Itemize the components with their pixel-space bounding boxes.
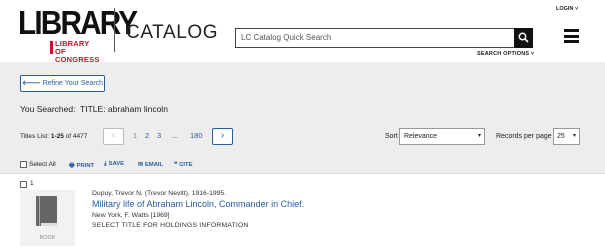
search-input[interactable]: LC Catalog Quick Search xyxy=(235,28,515,48)
header-divider xyxy=(114,8,115,52)
sort-selected-value: Relevance xyxy=(404,133,438,140)
page-ellipsis: ... xyxy=(172,131,179,140)
search-options-link[interactable]: SEARCH OPTIONS ˅ xyxy=(477,51,534,57)
result-author: Dupuy, Trevor N. (Trevor Nevitt), 1916-1… xyxy=(92,190,227,197)
refine-search-button[interactable]: 🡐 Refine Your Search xyxy=(20,75,105,92)
book-icon xyxy=(36,196,57,226)
download-icon: ⤓ xyxy=(104,161,107,167)
results-divider xyxy=(0,173,605,174)
titles-total: of 4477 xyxy=(65,133,88,140)
printer-icon: 🖶 xyxy=(69,163,75,169)
result-title-link[interactable]: Military life of Abraham Lincoln, Comman… xyxy=(92,199,304,209)
arrow-left-icon: 🡐 xyxy=(21,80,41,87)
result-publication: New York, F. Watts [1969] xyxy=(92,212,170,219)
page-link-180[interactable]: 180 xyxy=(190,131,203,140)
library-of-congress-logo[interactable]: LIBRARY LIBRARY OF CONGRESS xyxy=(18,4,138,64)
result-holdings-note: SELECT TITLE FOR HOLDINGS INFORMATION xyxy=(92,222,249,229)
logo-subtitle: LIBRARY OF CONGRESS xyxy=(55,40,108,64)
chevron-down-icon: ▾ xyxy=(572,133,576,139)
hamburger-menu-icon[interactable] xyxy=(564,29,579,43)
sort-select[interactable]: Relevance ▾ xyxy=(399,128,485,145)
logo-accent-bar xyxy=(50,41,53,54)
search-button[interactable] xyxy=(514,28,533,48)
refine-search-label: Refine Your Search xyxy=(42,80,104,87)
you-searched-prefix: You Searched: xyxy=(20,104,76,114)
sort-label: Sort xyxy=(385,133,398,140)
next-page-button[interactable]: › xyxy=(212,128,233,145)
records-per-page-value: 25 xyxy=(557,133,565,140)
search-controls-panel: 🡐 Refine Your Search You Searched: TITLE:… xyxy=(0,62,605,173)
you-searched-text: You Searched: TITLE: abraham lincoln xyxy=(20,104,168,114)
login-link[interactable]: LOGIN ˅ xyxy=(556,6,578,12)
result-thumbnail[interactable]: BOOK xyxy=(20,190,75,246)
titles-range: 1-25 xyxy=(50,133,64,140)
titles-list-count: Titles List: 1-25 of 4477 xyxy=(20,133,87,140)
chevron-down-icon: ▾ xyxy=(477,133,481,139)
result-checkbox[interactable] xyxy=(20,181,27,188)
select-all-label: Select All xyxy=(29,161,56,168)
cite-label: CITE xyxy=(179,162,193,168)
save-button[interactable]: ⤓ SAVE xyxy=(104,161,124,168)
page-link-1[interactable]: 1 xyxy=(133,131,137,140)
page-link-3[interactable]: 3 xyxy=(157,131,161,140)
email-button[interactable]: ✉ EMAIL xyxy=(138,161,163,168)
site-header: LIBRARY LIBRARY OF CONGRESS CATALOG LC C… xyxy=(0,0,605,64)
you-searched-query: TITLE: abraham lincoln xyxy=(80,104,168,114)
previous-page-button[interactable]: ‹ xyxy=(103,128,124,145)
titles-list-prefix: Titles List: xyxy=(20,133,50,140)
logo-wordmark: LIBRARY xyxy=(18,4,138,41)
envelope-icon: ✉ xyxy=(138,162,144,168)
cite-button[interactable]: ❝ CITE xyxy=(174,161,192,168)
result-number: 1 xyxy=(30,180,34,187)
thumbnail-label: BOOK xyxy=(39,235,56,241)
select-all-checkbox[interactable] xyxy=(20,161,27,168)
page-link-2[interactable]: 2 xyxy=(145,131,149,140)
catalog-title: CATALOG xyxy=(126,22,219,43)
print-label: PRINT xyxy=(76,163,95,169)
save-label: SAVE xyxy=(108,161,125,167)
email-label: EMAIL xyxy=(145,162,164,168)
search-icon xyxy=(518,32,529,43)
quote-icon: ❝ xyxy=(174,162,178,168)
print-button[interactable]: 🖶 PRINT xyxy=(69,161,94,171)
records-per-page-select[interactable]: 25 ▾ xyxy=(553,128,580,145)
records-per-page-label: Records per page xyxy=(496,133,552,140)
